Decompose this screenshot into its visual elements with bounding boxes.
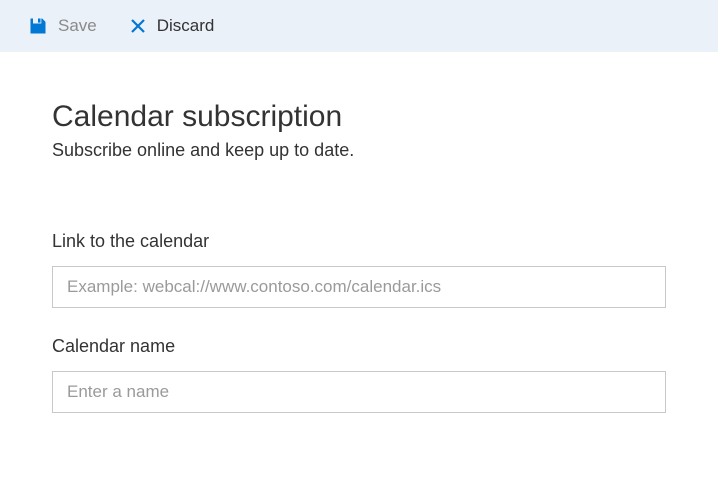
name-label: Calendar name [52, 336, 666, 357]
discard-label: Discard [157, 16, 215, 36]
page-title: Calendar subscription [52, 100, 666, 134]
field-link: Link to the calendar [52, 231, 666, 308]
save-button[interactable]: Save [28, 16, 97, 36]
save-icon [28, 16, 48, 36]
page-subtitle: Subscribe online and keep up to date. [52, 140, 666, 161]
close-icon [129, 17, 147, 35]
name-input[interactable] [52, 371, 666, 413]
link-label: Link to the calendar [52, 231, 666, 252]
discard-button[interactable]: Discard [129, 16, 215, 36]
link-input[interactable] [52, 266, 666, 308]
save-label: Save [58, 16, 97, 36]
toolbar: Save Discard [0, 0, 718, 52]
field-name: Calendar name [52, 336, 666, 413]
content: Calendar subscription Subscribe online a… [0, 52, 718, 413]
